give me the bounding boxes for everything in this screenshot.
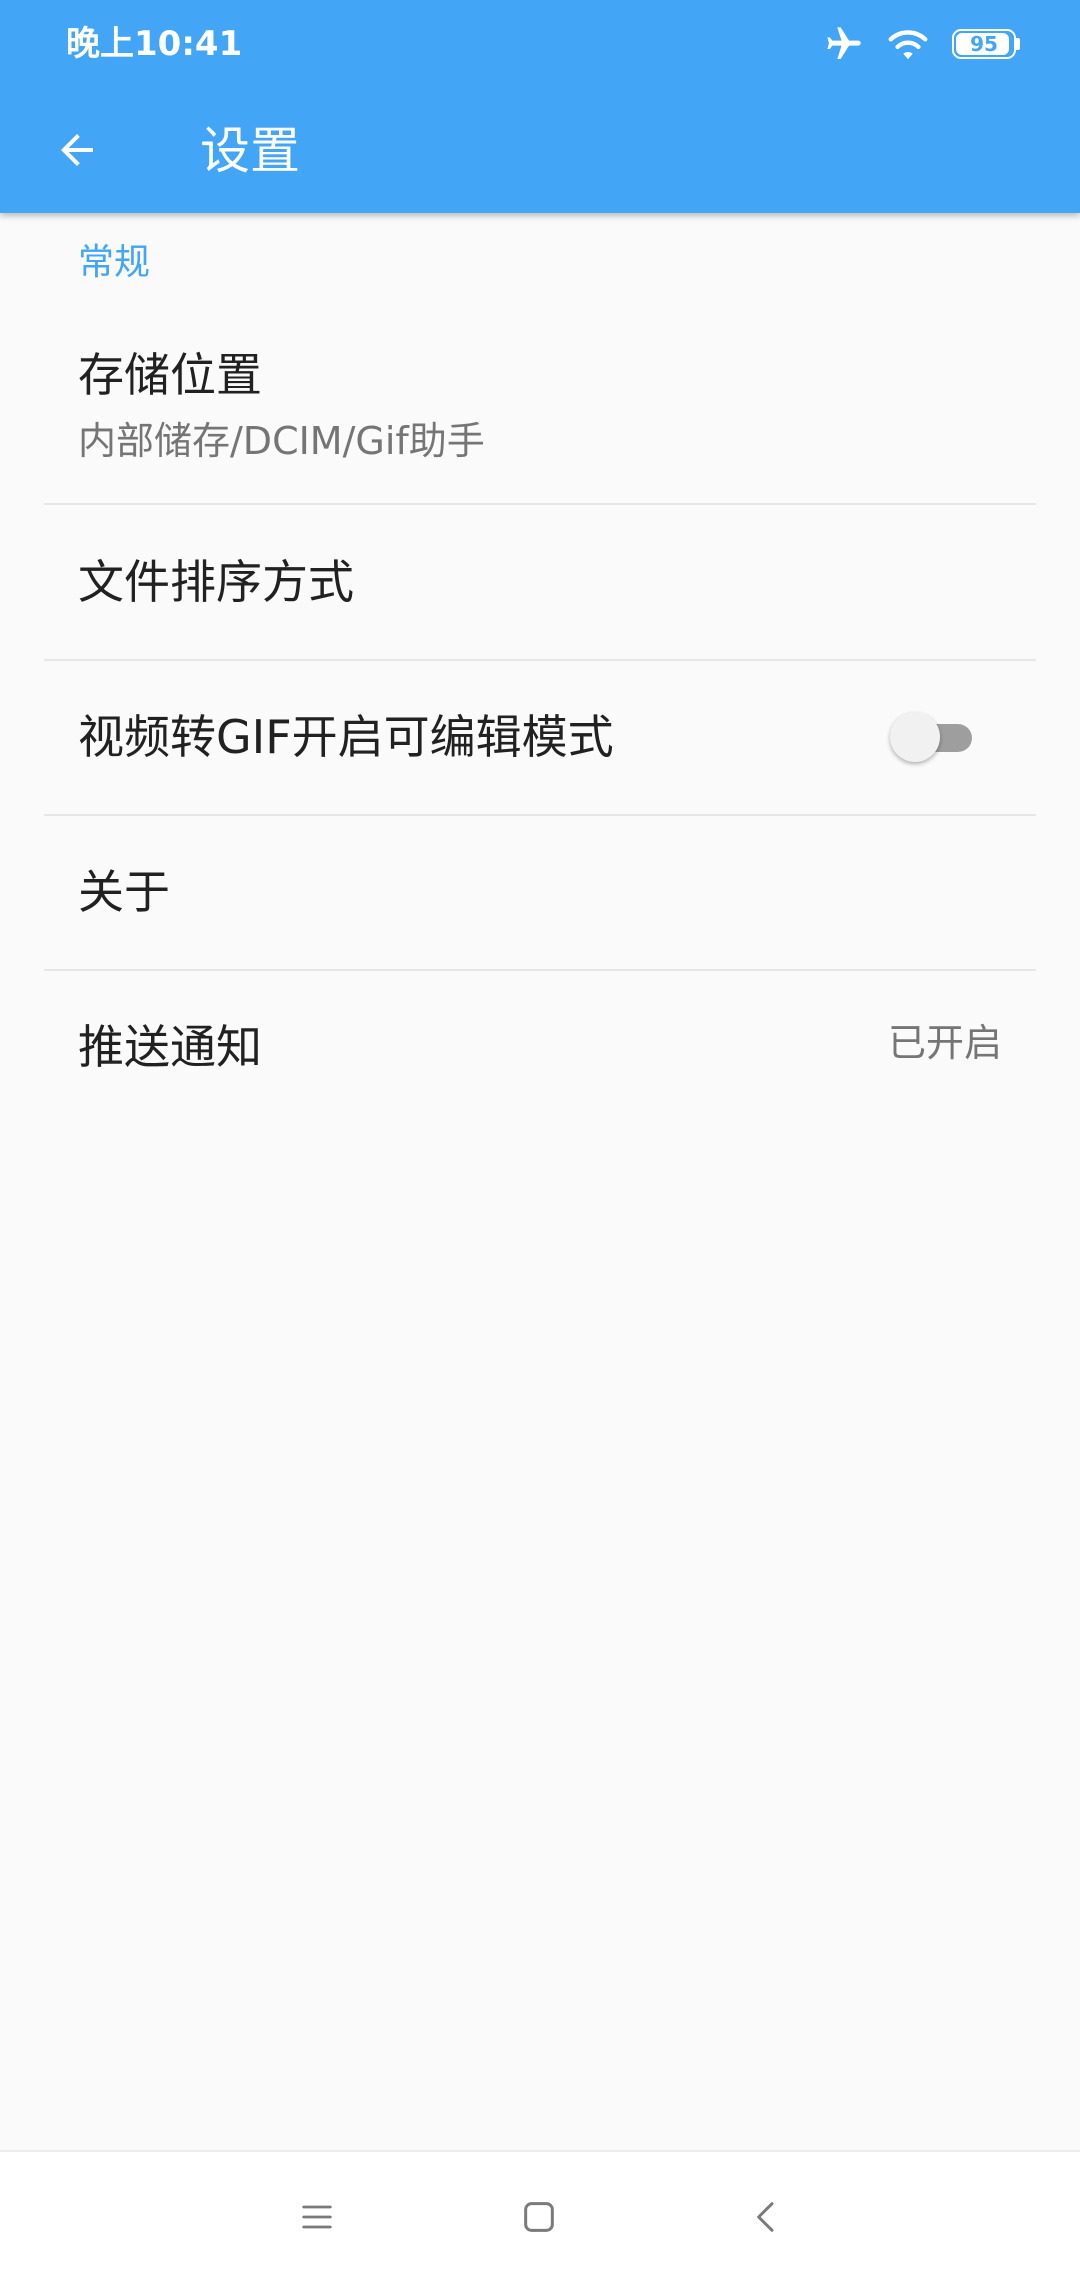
setting-title: 存储位置 <box>78 348 262 402</box>
edit-mode-switch[interactable] <box>890 709 972 765</box>
push-notification-status: 已开启 <box>887 1021 1002 1065</box>
home-button[interactable] <box>499 2177 579 2257</box>
menu-button[interactable] <box>277 2177 357 2257</box>
menu-icon <box>302 2205 332 2229</box>
setting-about[interactable]: 关于 <box>0 816 1080 970</box>
battery-icon: 95 <box>952 29 1020 59</box>
back-icon <box>757 2202 774 2232</box>
arrow-left-icon <box>61 134 93 166</box>
home-icon <box>524 2202 554 2232</box>
setting-video-to-gif-edit-mode[interactable]: 视频转GIF开启可编辑模式 <box>0 661 1080 815</box>
airplane-icon <box>824 24 864 64</box>
battery-level: 95 <box>970 32 998 56</box>
setting-title: 关于 <box>78 865 170 919</box>
setting-summary: 内部储存/DCIM/Gif助手 <box>78 419 485 463</box>
back-button[interactable] <box>40 118 114 182</box>
setting-title: 视频转GIF开启可编辑模式 <box>78 710 614 764</box>
navigation-bar <box>0 2150 1080 2280</box>
app-header: 晚上10:41 95 设置 <box>0 0 1080 213</box>
toolbar: 设置 <box>0 88 1080 213</box>
status-time: 晚上10:41 <box>66 24 243 64</box>
section-header-general: 常规 <box>78 242 151 283</box>
wifi-icon <box>886 26 930 62</box>
setting-file-sort-order[interactable]: 文件排序方式 <box>0 505 1080 659</box>
setting-title: 文件排序方式 <box>78 555 354 609</box>
setting-storage-location[interactable]: 存储位置 内部储存/DCIM/Gif助手 <box>0 297 1080 517</box>
status-icons: 95 <box>824 22 1020 66</box>
setting-push-notification[interactable]: 推送通知 已开启 <box>0 971 1080 1125</box>
page-title: 设置 <box>200 122 300 180</box>
setting-title: 推送通知 <box>78 1020 262 1074</box>
system-back-button[interactable] <box>727 2177 807 2257</box>
status-bar: 晚上10:41 95 <box>0 0 1080 88</box>
